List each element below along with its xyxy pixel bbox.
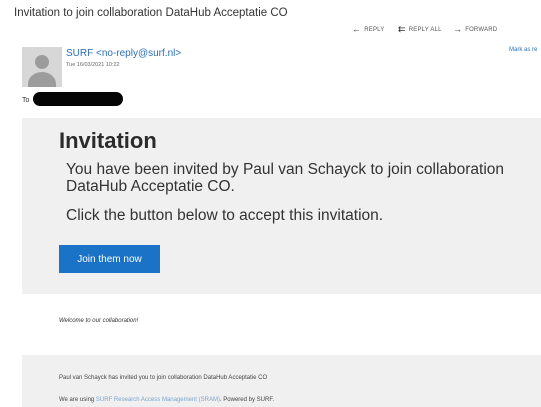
reply-all-icon: ⇇ — [398, 24, 406, 34]
sender-avatar — [22, 47, 62, 87]
mark-as-read-link[interactable]: Mark as re — [509, 47, 537, 53]
welcome-text: Welcome to our collaboration! — [59, 318, 139, 324]
reply-all-label: REPLY ALL — [408, 26, 442, 33]
reply-icon: ← — [352, 24, 362, 34]
join-button[interactable]: Join them now — [59, 245, 160, 273]
email-actions-toolbar: ← REPLY ⇇ REPLY ALL → FORWARD — [0, 25, 541, 39]
sram-link[interactable]: SURF Research Access Management (SRAM) — [96, 397, 220, 403]
invitation-text: You have been invited by Paul van Schayc… — [66, 161, 505, 195]
avatar-body-shape — [28, 72, 56, 87]
redacted-recipient — [33, 92, 123, 106]
email-date: Tue 16/03/2021 10:22 — [66, 62, 120, 68]
forward-button[interactable]: → FORWARD — [453, 25, 497, 34]
invitation-instruction: Click the button below to accept this in… — [66, 207, 384, 224]
forward-icon: → — [453, 24, 463, 34]
footer-prefix: We are using — [59, 397, 96, 403]
email-subject: Invitation to join collaboration DataHub… — [14, 7, 288, 19]
footer-invite-text: Paul van Schayck has invited you to join… — [59, 375, 268, 381]
avatar-head-shape — [35, 55, 49, 69]
sender-address[interactable]: SURF <no-reply@surf.nl> — [66, 48, 181, 59]
footer-suffix: . Powered by SURF. — [219, 397, 274, 403]
reply-button[interactable]: ← REPLY — [352, 25, 384, 34]
invitation-title: Invitation — [59, 128, 157, 153]
forward-label: FORWARD — [465, 26, 498, 33]
reply-all-button[interactable]: ⇇ REPLY ALL — [398, 25, 442, 34]
to-label: To — [22, 97, 30, 104]
reply-label: REPLY — [364, 26, 385, 33]
footer-powered-by: We are using SURF Research Access Manage… — [59, 397, 274, 403]
